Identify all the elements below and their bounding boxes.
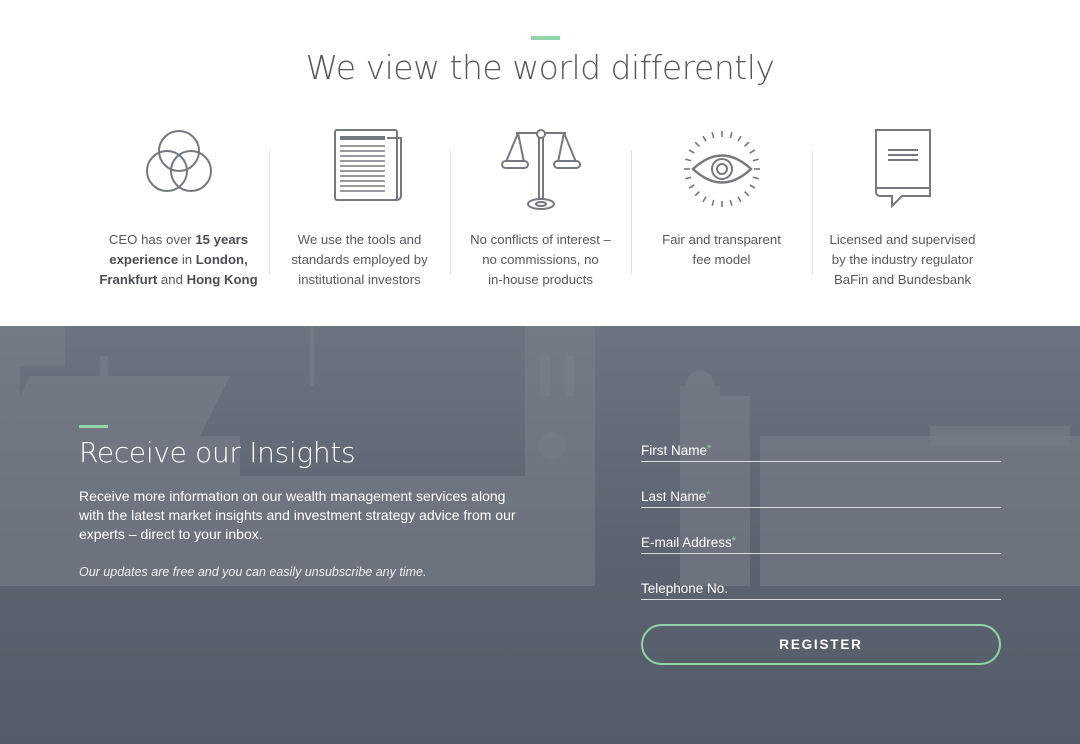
feature-text: Fair and transparent fee model xyxy=(662,232,781,267)
first-name-input[interactable] xyxy=(641,440,1001,461)
feature-text: CEO has over 15 years experience in Lond… xyxy=(99,232,258,287)
feature-tools: We use the tools and standards employed … xyxy=(269,120,450,300)
eye-icon xyxy=(677,124,767,214)
eye-ray xyxy=(701,196,707,203)
venn-circles-icon xyxy=(134,124,224,214)
eye-ray xyxy=(701,135,707,142)
insights-note: Our updates are free and you can easily … xyxy=(79,565,427,579)
title-accent-bar xyxy=(531,36,560,40)
eye-ray xyxy=(688,149,695,154)
book-speech-icon xyxy=(858,124,948,214)
eye-ray xyxy=(752,158,759,162)
features-section: We view the world differently CEO has ov… xyxy=(0,0,1080,326)
feature-fees: Fair and transparent fee model xyxy=(631,120,812,300)
eye-ray xyxy=(736,135,742,142)
eye-ray xyxy=(743,191,749,197)
eye-ray xyxy=(729,199,733,206)
newspaper-icon xyxy=(315,124,405,214)
eye-ray xyxy=(684,158,691,162)
telephone-input[interactable] xyxy=(641,554,1001,599)
eye-ray xyxy=(752,176,759,180)
eye-ray xyxy=(729,132,733,139)
feature-text: Licensed and supervised by the industry … xyxy=(829,232,976,287)
insights-description: Receive more information on our wealth m… xyxy=(79,488,516,542)
eye-ray xyxy=(710,132,714,139)
eye-ray xyxy=(736,196,742,203)
eye-ray xyxy=(710,199,714,206)
eye-ray xyxy=(748,184,755,189)
register-button[interactable]: REGISTER xyxy=(641,624,1001,665)
eye-ray xyxy=(743,141,749,147)
last-name-input[interactable] xyxy=(641,462,1001,507)
first-name-field[interactable]: First Name* xyxy=(641,440,1001,462)
feature-conflicts: No conflicts of interest – no commission… xyxy=(450,120,631,300)
eye-ray xyxy=(748,149,755,154)
email-field[interactable]: E-mail Address* xyxy=(641,508,1001,554)
signup-form: First Name* Last Name* E-mail Address* T… xyxy=(641,440,1001,600)
email-input[interactable] xyxy=(641,508,1001,553)
insights-title: Receive our Insights xyxy=(79,436,356,469)
feature-experience: CEO has over 15 years experience in Lond… xyxy=(88,120,269,300)
eye-ray xyxy=(694,141,700,147)
last-name-field[interactable]: Last Name* xyxy=(641,462,1001,508)
eye-ray xyxy=(694,191,700,197)
eye-ray xyxy=(688,184,695,189)
insights-accent-bar xyxy=(79,425,108,428)
feature-list: CEO has over 15 years experience in Lond… xyxy=(88,120,1000,300)
feature-text: We use the tools and standards employed … xyxy=(291,232,428,287)
scales-icon xyxy=(496,124,586,214)
telephone-field[interactable]: Telephone No. xyxy=(641,554,1001,600)
eye-ray xyxy=(684,176,691,180)
section-title: We view the world differently xyxy=(305,48,775,87)
insights-section: Receive our Insights Receive more inform… xyxy=(0,326,1080,744)
feature-licensed: Licensed and supervised by the industry … xyxy=(812,120,993,300)
feature-text: No conflicts of interest – no commission… xyxy=(470,232,611,287)
